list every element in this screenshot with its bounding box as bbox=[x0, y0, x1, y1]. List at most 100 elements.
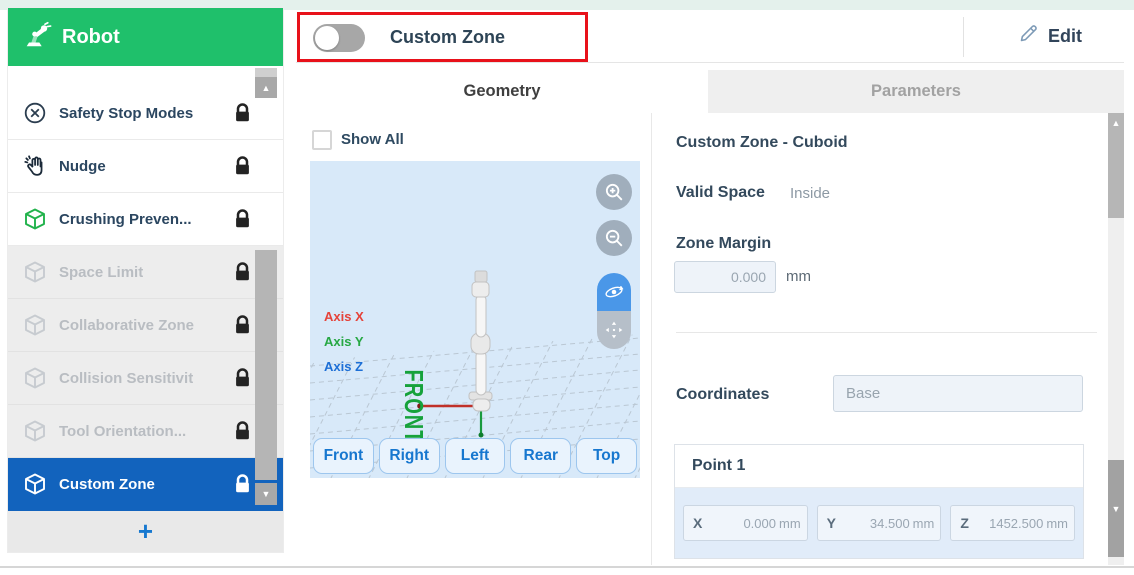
sidebar-header: Robot bbox=[8, 8, 283, 66]
cube-icon bbox=[22, 365, 48, 391]
panel-scroll-up[interactable]: ▲ bbox=[1108, 113, 1124, 218]
divider bbox=[963, 17, 964, 57]
sidebar-list: Safety Stop Modes Nudge bbox=[8, 66, 283, 511]
section-divider bbox=[676, 332, 1097, 333]
custom-zone-toggle[interactable] bbox=[313, 24, 365, 52]
front-marker-label: FRONT bbox=[397, 365, 427, 449]
nudge-hand-icon bbox=[22, 153, 48, 179]
lock-icon bbox=[234, 209, 251, 229]
sidebar-item-label: Tool Orientation... bbox=[59, 423, 186, 440]
zone-margin-input[interactable]: 0.000 bbox=[674, 261, 776, 293]
zoom-in-button[interactable] bbox=[596, 174, 632, 210]
view-left-button[interactable]: Left bbox=[445, 438, 506, 474]
arrow-down-icon: ▼ bbox=[1112, 504, 1121, 514]
zone-margin-label: Zone Margin bbox=[676, 235, 771, 253]
axis-x-label: Axis X bbox=[324, 309, 364, 324]
sidebar-item-collaborative-zone[interactable]: Collaborative Zone bbox=[8, 299, 283, 352]
edit-button-label: Edit bbox=[1048, 26, 1082, 47]
view-rear-button[interactable]: Rear bbox=[510, 438, 571, 474]
lock-icon bbox=[234, 368, 251, 388]
scroll-track-top bbox=[255, 68, 277, 77]
y-value: 34.500 bbox=[870, 516, 910, 531]
add-item-button[interactable]: + bbox=[8, 511, 283, 552]
sidebar-item-label: Space Limit bbox=[59, 264, 143, 281]
tab-label: Geometry bbox=[463, 82, 540, 101]
show-all-label: Show All bbox=[341, 131, 404, 148]
sidebar-item-custom-zone[interactable]: Custom Zone bbox=[8, 458, 283, 511]
scroll-up-button[interactable]: ▲ bbox=[255, 77, 277, 98]
sidebar-scrollbar[interactable]: ▲ ▼ bbox=[255, 68, 277, 505]
cube-icon bbox=[22, 312, 48, 338]
tab-label: Parameters bbox=[871, 82, 961, 101]
tab-parameters[interactable]: Parameters bbox=[708, 70, 1124, 113]
coordinates-label: Coordinates bbox=[676, 386, 769, 404]
panel-scroll-down[interactable]: ▼ bbox=[1108, 460, 1124, 557]
panel-scrollbar[interactable]: ▲ ▼ bbox=[1108, 113, 1124, 565]
pan-button[interactable] bbox=[597, 311, 631, 349]
valid-space-value: Inside bbox=[790, 185, 830, 202]
orbit-button[interactable] bbox=[597, 273, 631, 311]
x-value: 0.000 bbox=[743, 516, 776, 531]
sidebar-item-nudge[interactable]: Nudge bbox=[8, 140, 283, 193]
z-value: 1452.500 bbox=[989, 516, 1043, 531]
x-axis-label: X bbox=[693, 515, 702, 531]
sidebar-item-safety-stop-modes[interactable]: Safety Stop Modes bbox=[8, 87, 283, 140]
view-top-button[interactable]: Top bbox=[576, 438, 637, 474]
z-unit: mm bbox=[1046, 516, 1068, 531]
plus-icon: + bbox=[138, 516, 153, 547]
sidebar-item-collision-sensitivity[interactable]: Collision Sensitivit bbox=[8, 352, 283, 405]
cube-icon bbox=[22, 259, 48, 285]
sidebar-item-crushing-prevention[interactable]: Crushing Preven... bbox=[8, 193, 283, 246]
point-x-input[interactable]: X 0.000 mm bbox=[683, 505, 808, 541]
y-axis-label: Y bbox=[827, 515, 836, 531]
robot-arm-icon bbox=[22, 20, 52, 55]
z-axis-label: Z bbox=[960, 515, 969, 531]
sidebar-item-space-limit[interactable]: Space Limit bbox=[8, 246, 283, 299]
lock-icon bbox=[234, 156, 251, 176]
orbit-pan-control bbox=[597, 273, 631, 349]
robot-3d-viewer[interactable]: Axis X Axis Y Axis Z FRONT bbox=[310, 161, 640, 478]
sidebar-item-label: Collaborative Zone bbox=[59, 317, 194, 334]
sidebar-title: Robot bbox=[62, 26, 120, 49]
sidebar-item-label: Nudge bbox=[59, 158, 106, 175]
arrow-up-icon: ▲ bbox=[262, 83, 271, 93]
sidebar-item-label: Custom Zone bbox=[59, 476, 155, 493]
show-all-checkbox[interactable] bbox=[312, 130, 332, 150]
robot-arm-model bbox=[417, 271, 492, 438]
lock-icon bbox=[234, 421, 251, 441]
cube-icon bbox=[22, 471, 48, 497]
lock-icon bbox=[234, 103, 251, 123]
view-buttons-row: Front Right Left Rear Top bbox=[313, 438, 637, 474]
magnifier-plus-icon bbox=[603, 181, 625, 203]
view-front-button[interactable]: Front bbox=[313, 438, 374, 474]
safety-stop-icon bbox=[22, 100, 48, 126]
cube-icon bbox=[22, 206, 48, 232]
sidebar-item-tool-orientation[interactable]: Tool Orientation... bbox=[8, 405, 283, 458]
toggle-label: Custom Zone bbox=[390, 27, 505, 48]
coordinates-input[interactable]: Base bbox=[833, 375, 1083, 412]
sidebar: Robot Safety Stop Modes Nudge bbox=[8, 8, 283, 552]
axis-z-label: Axis Z bbox=[324, 359, 363, 374]
lock-icon bbox=[234, 315, 251, 335]
view-right-button[interactable]: Right bbox=[379, 438, 440, 474]
arrow-up-icon: ▲ bbox=[1112, 118, 1121, 128]
scroll-thumb[interactable] bbox=[255, 250, 277, 480]
magnifier-minus-icon bbox=[603, 227, 625, 249]
zone-margin-unit: mm bbox=[786, 268, 811, 285]
point-y-input[interactable]: Y 34.500 mm bbox=[817, 505, 942, 541]
zoom-out-button[interactable] bbox=[596, 220, 632, 256]
arrow-down-icon: ▼ bbox=[262, 489, 271, 499]
cube-icon bbox=[22, 418, 48, 444]
y-unit: mm bbox=[913, 516, 935, 531]
sidebar-item-label: Collision Sensitivit bbox=[59, 370, 193, 387]
point-1-fields: X 0.000 mm Y 34.500 mm Z 1452.500 mm bbox=[675, 488, 1083, 558]
point-z-input[interactable]: Z 1452.500 mm bbox=[950, 505, 1075, 541]
point-1-title: Point 1 bbox=[692, 457, 745, 475]
x-unit: mm bbox=[779, 516, 801, 531]
scroll-down-button[interactable]: ▼ bbox=[255, 483, 277, 505]
edit-button[interactable]: Edit bbox=[975, 17, 1125, 55]
axis-y-label: Axis Y bbox=[324, 334, 364, 349]
tab-geometry[interactable]: Geometry bbox=[296, 70, 708, 113]
lock-icon bbox=[234, 262, 251, 282]
point-1-card: Point 1 X 0.000 mm Y 34.500 mm Z 1452.50… bbox=[674, 444, 1084, 559]
